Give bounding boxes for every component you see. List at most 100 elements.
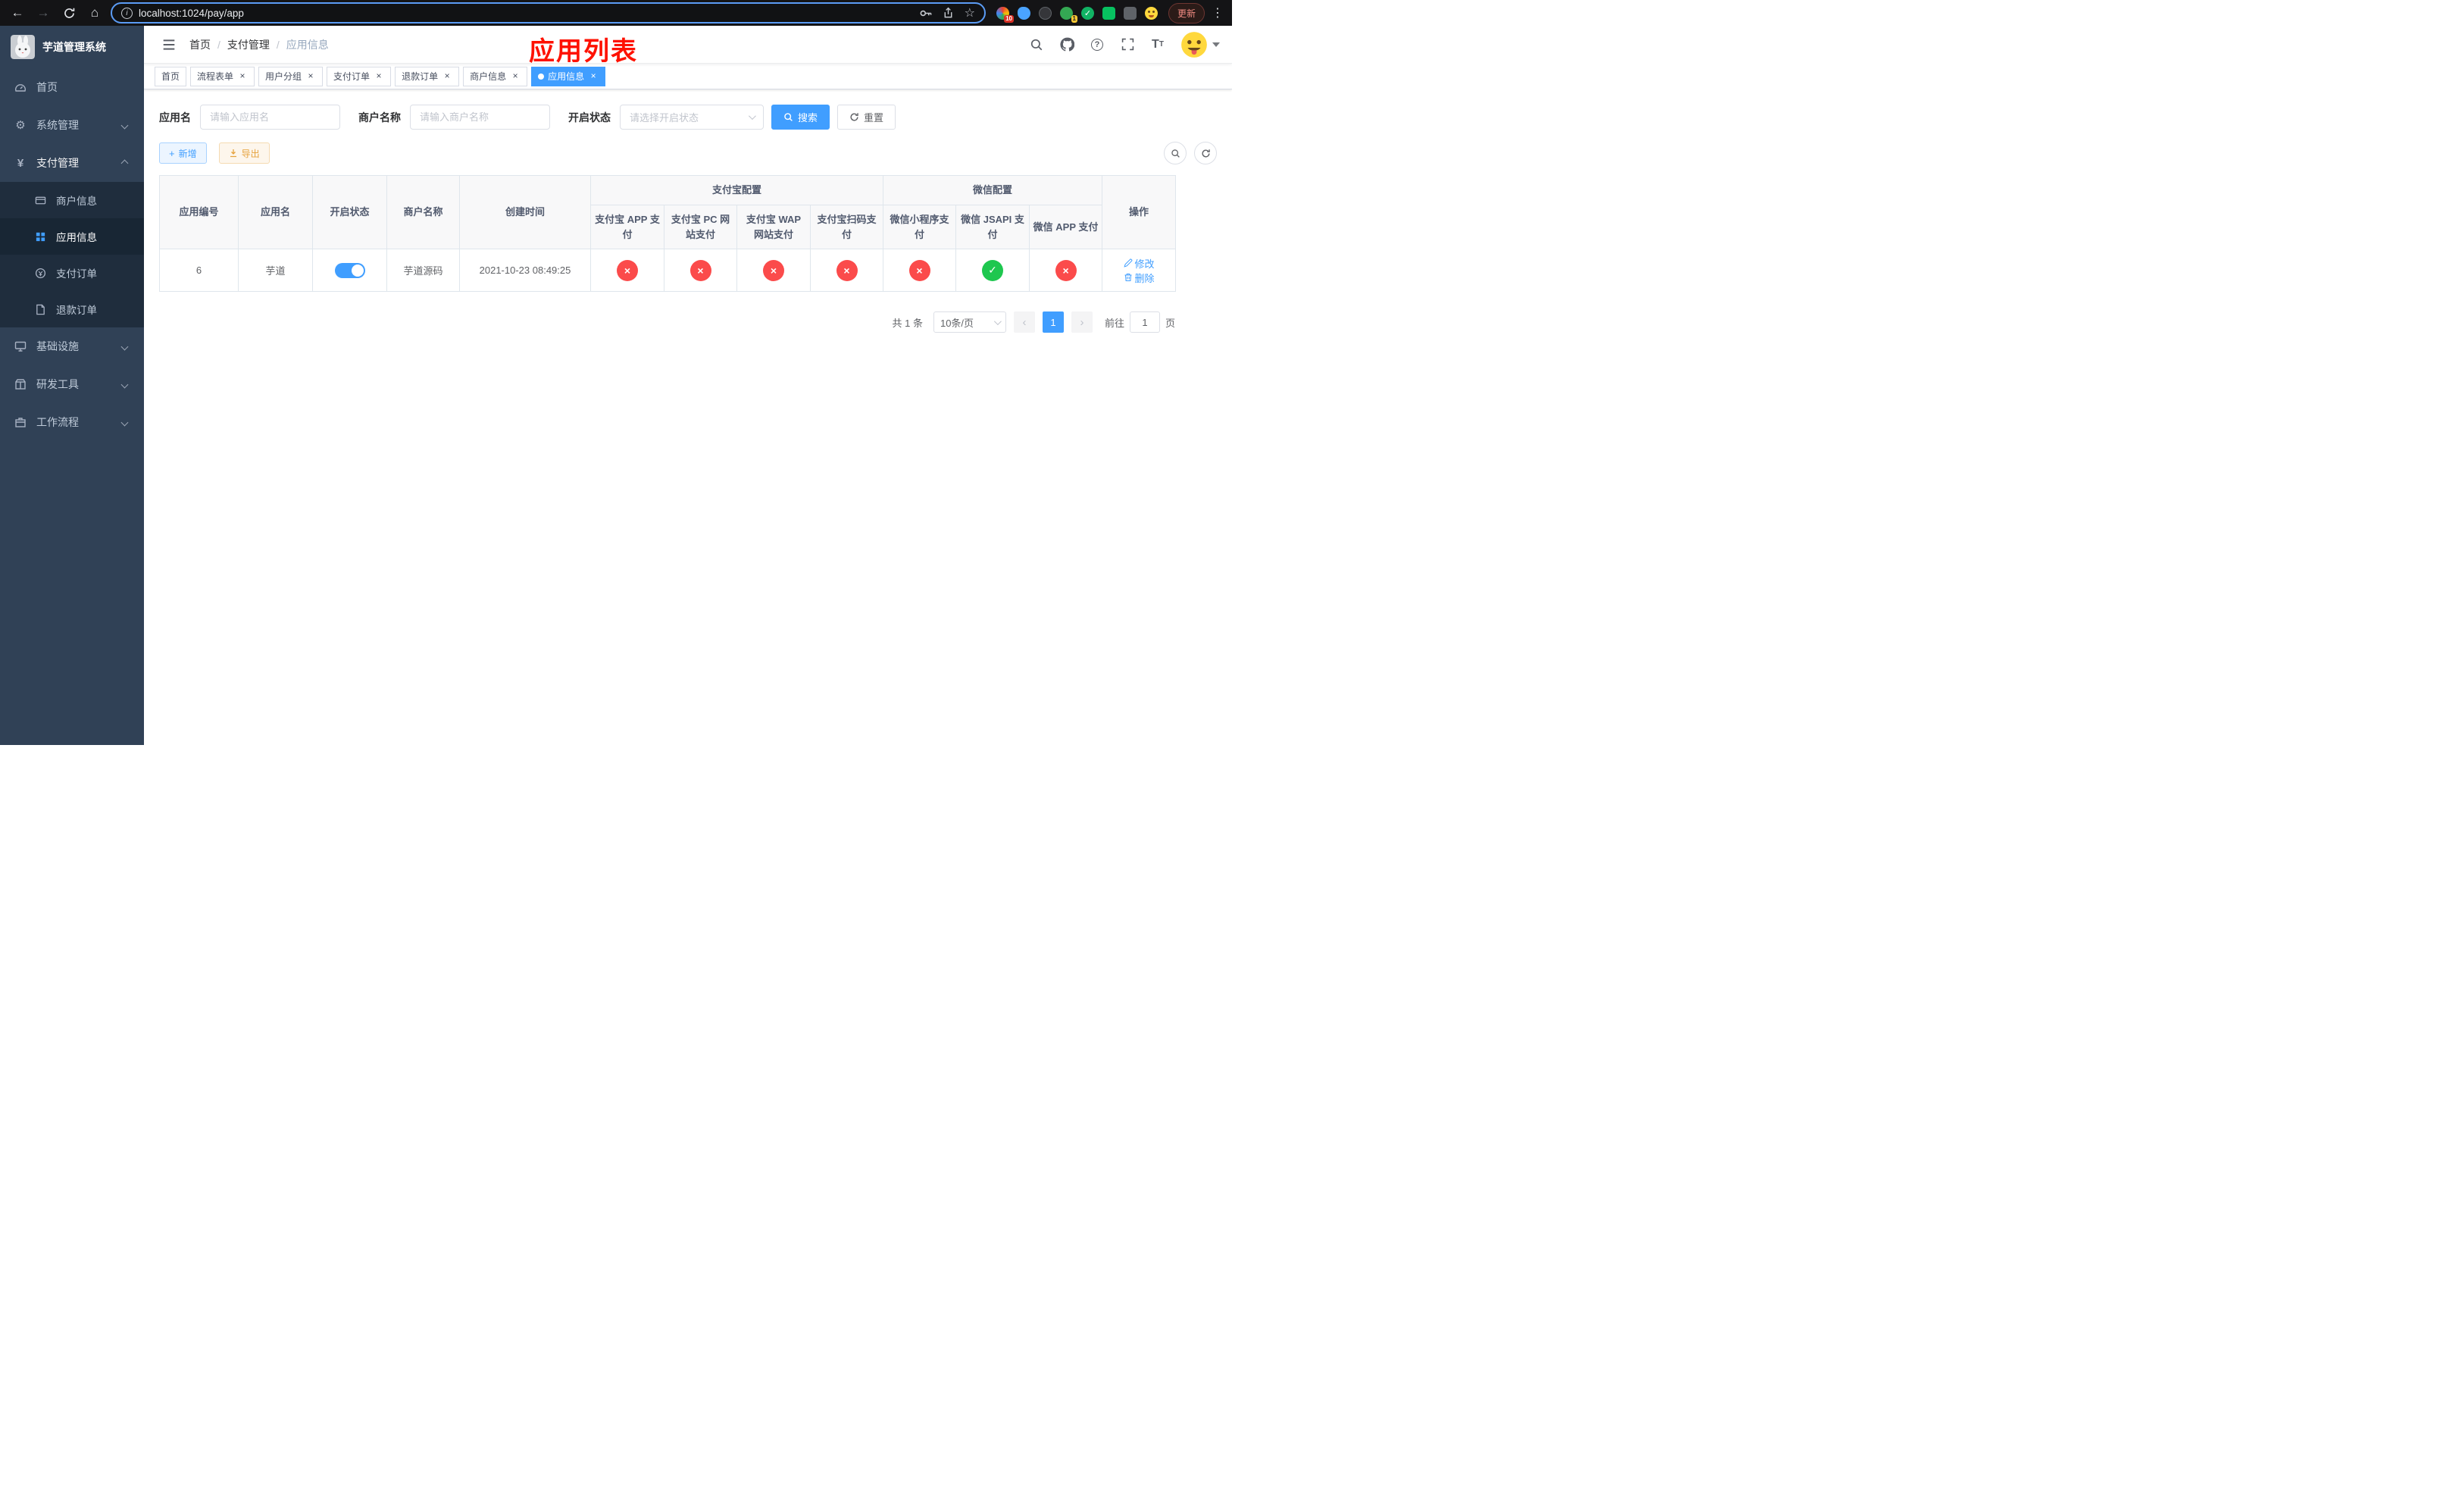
enabled-toggle[interactable] (334, 262, 365, 278)
sidebar-item-payment[interactable]: ¥ 支付管理 (0, 144, 144, 182)
tag-process-form[interactable]: 流程表单 × (190, 66, 255, 86)
extension-drop-icon[interactable] (1017, 6, 1030, 20)
sidebar-item-label: 支付订单 (56, 268, 97, 280)
avatar (1180, 31, 1208, 58)
sidebar-item-devtools[interactable]: 研发工具 (0, 365, 144, 403)
sidebar-item-merchant-info[interactable]: 商户信息 (0, 182, 144, 218)
extensions-cluster: 10 1 ✓ (992, 6, 1162, 23)
toolbox-icon (14, 378, 27, 390)
close-icon[interactable]: × (442, 70, 452, 82)
tag-home[interactable]: 首页 (155, 66, 187, 86)
app-name-input[interactable] (200, 105, 340, 130)
reset-button[interactable]: 重置 (837, 105, 896, 130)
address-bar[interactable]: i localhost:1024/pay/app ☆ (111, 2, 986, 23)
table-row: 6 芋道 芋道源码 2021-10-23 08:49:25 × × × × × (159, 249, 1177, 292)
chevron-down-icon (120, 418, 129, 426)
tag-app-info[interactable]: 应用信息 × (531, 66, 606, 86)
close-icon[interactable]: × (305, 70, 316, 82)
gear-icon: ⚙ (15, 119, 26, 132)
alipay-wap-status-icon: × (763, 259, 784, 281)
cell-created: 2021-10-23 08:49:25 (459, 249, 591, 292)
prev-page-button[interactable]: ‹ (1013, 311, 1035, 333)
back-icon[interactable]: ← (8, 3, 27, 23)
col-header-wechat-mini: 微信小程序支付 (883, 205, 957, 249)
extension-dark-icon[interactable] (1038, 6, 1052, 20)
sidebar-item-infra[interactable]: 基础设施 (0, 327, 144, 365)
close-icon[interactable]: × (588, 70, 599, 82)
user-menu[interactable] (1180, 31, 1220, 58)
toggle-search-button[interactable] (1164, 142, 1187, 164)
delete-button[interactable]: 删除 (1124, 271, 1155, 285)
filter-form: 应用名 商户名称 开启状态 请选择开启状态 搜索 (159, 105, 1217, 130)
url-text: localhost:1024/pay/app (139, 7, 244, 19)
page-annotation-title: 应用列表 (529, 37, 638, 66)
group-header-wechat: 微信配置 (883, 175, 1103, 205)
browser-update-button[interactable]: 更新 (1168, 2, 1205, 23)
extension-puzzle2-icon[interactable] (1123, 6, 1137, 20)
card-icon (33, 195, 47, 206)
merchant-name-input[interactable] (410, 105, 550, 130)
active-dot (538, 73, 545, 80)
sidebar-item-home[interactable]: 首页 (0, 68, 144, 106)
breadcrumb-payment[interactable]: 支付管理 (227, 37, 270, 52)
breadcrumb-home[interactable]: 首页 (189, 37, 211, 52)
bookmark-star-icon[interactable]: ☆ (965, 5, 975, 20)
sidebar-item-label: 首页 (36, 81, 58, 93)
sidebar-item-label: 商户信息 (56, 196, 97, 207)
goto-page-input[interactable] (1129, 311, 1160, 333)
sidebar-item-app-info[interactable]: 应用信息 (0, 218, 144, 255)
reload-icon[interactable] (59, 3, 79, 23)
sidebar-toggle-icon[interactable] (156, 32, 182, 58)
share-icon[interactable] (943, 7, 954, 19)
col-header-wechat-jsapi: 微信 JSAPI 支付 (955, 205, 1030, 249)
forward-icon[interactable]: → (33, 3, 53, 23)
dashboard-icon (14, 81, 27, 93)
sidebar-item-label: 退款订单 (56, 305, 97, 316)
col-header-alipay-qr: 支付宝扫码支付 (809, 205, 884, 249)
trash-icon (1124, 274, 1132, 281)
tag-user-group[interactable]: 用户分组 × (258, 66, 324, 86)
edit-button[interactable]: 修改 (1123, 256, 1155, 271)
font-size-icon[interactable]: TT (1150, 37, 1165, 52)
add-button[interactable]: + 新增 (159, 142, 207, 164)
github-icon[interactable] (1059, 37, 1074, 52)
close-icon[interactable]: × (510, 70, 521, 82)
table-toolbar: + 新增 导出 (159, 142, 1217, 164)
pay-order-icon (33, 268, 47, 279)
app-logo-row[interactable]: 芋道管理系统 (0, 26, 144, 68)
sidebar-item-refund-order[interactable]: 退款订单 (0, 291, 144, 327)
export-button[interactable]: 导出 (218, 142, 270, 164)
search-button[interactable]: 搜索 (771, 105, 830, 130)
sidebar-item-system[interactable]: ⚙ 系统管理 (0, 106, 144, 144)
grid-icon (33, 231, 47, 243)
home-icon[interactable]: ⌂ (85, 3, 105, 23)
tag-pay-order[interactable]: 支付订单 × (327, 66, 392, 86)
extension-face-icon[interactable] (1144, 6, 1158, 20)
pagination-total: 共 1 条 (892, 317, 923, 329)
wechat-mini-status-icon: × (908, 259, 930, 281)
tag-refund-order[interactable]: 退款订单 × (395, 66, 460, 86)
refresh-button[interactable] (1194, 142, 1217, 164)
page-size-select[interactable]: 10条/页 (933, 311, 1006, 333)
extension-adguard-icon[interactable]: ✓ (1080, 6, 1094, 20)
site-info-icon[interactable]: i (121, 7, 133, 19)
search-icon[interactable] (1029, 37, 1044, 52)
close-icon[interactable]: × (374, 70, 384, 82)
status-select[interactable]: 请选择开启状态 (620, 105, 764, 130)
extension-puzzle-icon[interactable]: 10 (996, 6, 1014, 23)
app-title: 芋道管理系统 (42, 41, 106, 53)
close-icon[interactable]: × (237, 70, 248, 82)
password-key-icon[interactable] (919, 7, 932, 20)
page-number-button[interactable]: 1 (1042, 311, 1064, 333)
app-logo (11, 35, 35, 59)
tag-merchant-info[interactable]: 商户信息 × (463, 66, 528, 86)
sidebar-item-workflow[interactable]: 工作流程 (0, 403, 144, 441)
extension-translate-icon[interactable]: 1 (1059, 6, 1077, 23)
browser-menu-icon[interactable]: ⋮ (1211, 5, 1224, 20)
next-page-button[interactable]: › (1071, 311, 1093, 333)
fullscreen-icon[interactable] (1120, 37, 1135, 52)
help-icon[interactable]: ? (1090, 37, 1105, 52)
extension-chat-icon[interactable] (1102, 6, 1115, 20)
sidebar-item-pay-order[interactable]: 支付订单 (0, 255, 144, 291)
sidebar-item-label: 研发工具 (36, 378, 79, 390)
